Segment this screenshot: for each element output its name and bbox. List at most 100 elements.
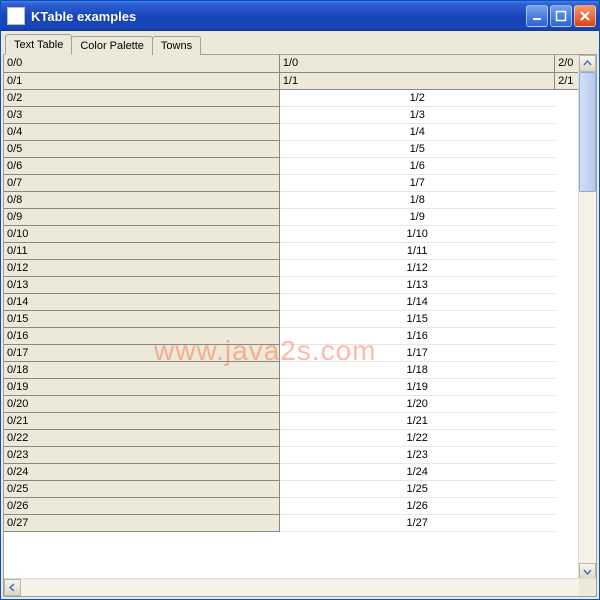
horizontal-scrollbar[interactable] [4,578,596,596]
table-row[interactable]: 0/111/11 [4,242,579,259]
table-row[interactable]: 0/91/9 [4,208,579,225]
close-button[interactable] [574,5,596,27]
data-cell[interactable]: 1/4 [279,123,554,140]
row-header-cell[interactable]: 0/23 [4,446,279,463]
data-cell[interactable]: 1/13 [279,276,554,293]
data-cell[interactable]: 1/26 [279,497,554,514]
data-cell[interactable]: 1/16 [279,327,554,344]
table-row[interactable]: 0/221/22 [4,429,579,446]
vertical-scrollbar[interactable] [578,55,596,580]
row-header-cell[interactable]: 0/27 [4,514,279,531]
table-row[interactable]: 0/51/5 [4,140,579,157]
data-cell[interactable]: 1/3 [279,106,554,123]
data-cell[interactable]: 1/23 [279,446,554,463]
table-row[interactable]: 0/41/4 [4,123,579,140]
table-row[interactable]: 0/151/15 [4,310,579,327]
table-row[interactable]: 0/81/8 [4,191,579,208]
table-row[interactable]: 0/181/18 [4,361,579,378]
scroll-up-button[interactable] [579,55,596,72]
table-row[interactable]: 0/271/27 [4,514,579,531]
row-header-cell[interactable]: 0/20 [4,395,279,412]
tab-color-palette[interactable]: Color Palette [71,36,153,55]
table-row[interactable]: 0/201/20 [4,395,579,412]
table-row[interactable]: 0/101/10 [4,225,579,242]
row-header-cell[interactable]: 0/2 [4,89,279,106]
row-header-cell[interactable]: 0/10 [4,225,279,242]
table-row[interactable]: 0/71/7 [4,174,579,191]
data-cell[interactable]: 1/25 [279,480,554,497]
row-header-cell[interactable]: 0/22 [4,429,279,446]
row-header-cell[interactable]: 0/14 [4,293,279,310]
minimize-button[interactable] [526,5,548,27]
data-cell[interactable]: 1/2 [279,89,554,106]
table-row[interactable]: 0/191/19 [4,378,579,395]
data-cell[interactable]: 1/15 [279,310,554,327]
row-header-cell[interactable]: 0/0 [4,55,279,72]
data-cell[interactable]: 1/21 [279,412,554,429]
data-cell[interactable]: 1/6 [279,157,554,174]
data-cell[interactable]: 1/12 [279,259,554,276]
row-header-cell[interactable]: 0/11 [4,242,279,259]
row-header-cell[interactable]: 0/5 [4,140,279,157]
row-header-cell[interactable]: 0/7 [4,174,279,191]
table-row[interactable]: 0/131/13 [4,276,579,293]
table-row[interactable]: 0/231/23 [4,446,579,463]
row-header-cell[interactable]: 0/17 [4,344,279,361]
table-row[interactable]: 0/161/16 [4,327,579,344]
data-cell[interactable]: 1/20 [279,395,554,412]
data-cell[interactable]: 1/22 [279,429,554,446]
data-cell[interactable]: 1/10 [279,225,554,242]
data-cell[interactable]: 1/5 [279,140,554,157]
data-cell[interactable]: 1/27 [279,514,554,531]
data-cell[interactable]: 1/17 [279,344,554,361]
row-header-cell[interactable]: 0/9 [4,208,279,225]
row-header-cell[interactable]: 0/26 [4,497,279,514]
row-header-cell[interactable]: 0/4 [4,123,279,140]
data-cell[interactable]: 1/9 [279,208,554,225]
tab-text-table[interactable]: Text Table [5,34,72,55]
scroll-left-button[interactable] [4,579,21,596]
data-cell[interactable]: 2/0 [555,55,579,72]
row-header-cell[interactable]: 0/24 [4,463,279,480]
data-cell[interactable]: 1/11 [279,242,554,259]
table-row[interactable]: 0/121/12 [4,259,579,276]
hscroll-track[interactable] [21,579,579,596]
data-cell[interactable]: 1/1 [279,72,554,89]
vscroll-thumb[interactable] [579,72,596,192]
table-row[interactable]: 0/141/14 [4,293,579,310]
table-row[interactable]: 0/261/26 [4,497,579,514]
tab-towns[interactable]: Towns [152,36,201,55]
row-header-cell[interactable]: 0/1 [4,72,279,89]
table-row[interactable]: 0/21/2 [4,89,579,106]
row-header-cell[interactable]: 0/16 [4,327,279,344]
table-row[interactable]: 0/61/6 [4,157,579,174]
table-row[interactable]: 0/171/17 [4,344,579,361]
row-header-cell[interactable]: 0/19 [4,378,279,395]
table-row[interactable]: 0/31/3 [4,106,579,123]
data-cell[interactable]: 1/0 [279,55,554,72]
row-header-cell[interactable]: 0/6 [4,157,279,174]
row-header-cell[interactable]: 0/18 [4,361,279,378]
data-cell[interactable]: 2/1 [555,72,579,89]
table-row[interactable]: 0/01/02/0 [4,55,579,72]
row-header-cell[interactable]: 0/13 [4,276,279,293]
title-bar[interactable]: KTable examples [1,1,599,31]
row-header-cell[interactable]: 0/3 [4,106,279,123]
row-header-cell[interactable]: 0/25 [4,480,279,497]
row-header-cell[interactable]: 0/21 [4,412,279,429]
data-cell[interactable]: 1/24 [279,463,554,480]
table-row[interactable]: 0/241/24 [4,463,579,480]
table-row[interactable]: 0/251/25 [4,480,579,497]
data-cell[interactable]: 1/18 [279,361,554,378]
row-header-cell[interactable]: 0/15 [4,310,279,327]
row-header-cell[interactable]: 0/12 [4,259,279,276]
data-cell[interactable]: 1/7 [279,174,554,191]
table-row[interactable]: 0/11/12/1 [4,72,579,89]
maximize-button[interactable] [550,5,572,27]
table-grid[interactable]: 0/01/02/00/11/12/10/21/20/31/30/41/40/51… [4,55,596,596]
row-header-cell[interactable]: 0/8 [4,191,279,208]
data-cell[interactable]: 1/8 [279,191,554,208]
data-cell[interactable]: 1/19 [279,378,554,395]
table-row[interactable]: 0/211/21 [4,412,579,429]
data-cell[interactable]: 1/14 [279,293,554,310]
